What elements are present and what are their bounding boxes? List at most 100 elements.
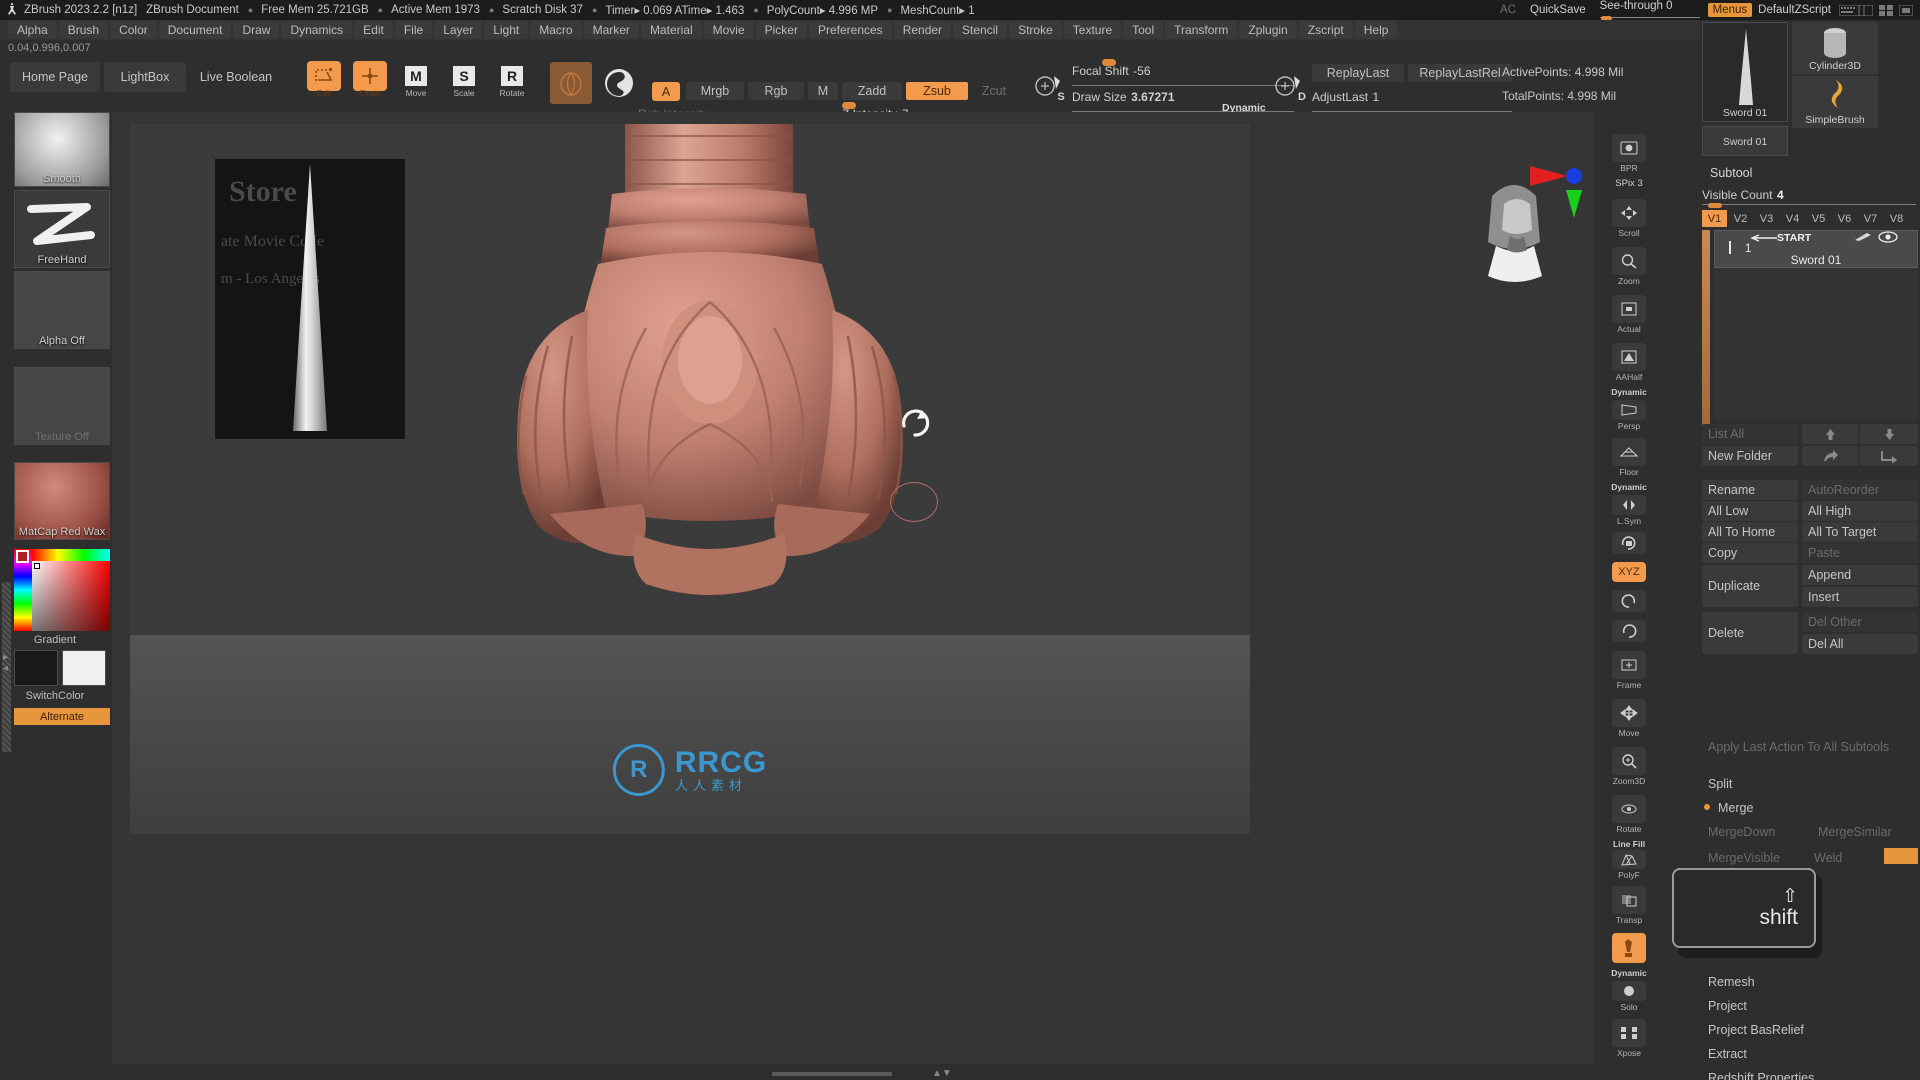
tool-thumb-sword-flat[interactable]: Sword 01 bbox=[1702, 126, 1788, 156]
paste-button[interactable]: Paste bbox=[1802, 543, 1918, 563]
texture-swatch[interactable]: Texture Off bbox=[14, 367, 110, 445]
alpha-swatch[interactable]: Alpha Off bbox=[14, 271, 110, 349]
replay-last-rel-button[interactable]: ReplayLastRel bbox=[1408, 64, 1512, 82]
keyboard-icon[interactable] bbox=[1838, 4, 1860, 16]
aahalf-button[interactable]: AAHalf bbox=[1608, 339, 1650, 385]
menu-alpha[interactable]: Alpha bbox=[8, 21, 57, 39]
document-viewport[interactable]: Store ate Movie Colle m - Los Angeles R … bbox=[130, 124, 1250, 834]
menu-draw[interactable]: Draw bbox=[233, 21, 280, 39]
focal-shift-knob[interactable] bbox=[1102, 59, 1116, 66]
rotate-ccw-button[interactable] bbox=[1608, 587, 1650, 615]
switch-color-label[interactable]: SwitchColor bbox=[0, 690, 110, 702]
lsym-button[interactable]: L.Sym bbox=[1608, 493, 1650, 527]
group-in-folder-button[interactable] bbox=[1802, 446, 1858, 466]
window-controls[interactable] bbox=[1838, 4, 1914, 16]
move-3d-button[interactable]: Move bbox=[1608, 695, 1650, 741]
material-swatch[interactable]: MatCap Red Wax bbox=[14, 462, 110, 540]
replay-last-button[interactable]: ReplayLast bbox=[1312, 64, 1404, 82]
current-brush-thumb[interactable] bbox=[550, 62, 592, 104]
v-tab-v3[interactable]: V3 bbox=[1754, 210, 1779, 227]
home-page-button[interactable]: Home Page bbox=[10, 62, 100, 92]
merge-down-button[interactable]: MergeDown bbox=[1702, 822, 1808, 842]
v-tab-v7[interactable]: V7 bbox=[1858, 210, 1883, 227]
subtool-scrollbar[interactable] bbox=[1702, 230, 1710, 430]
menu-tool[interactable]: Tool bbox=[1123, 21, 1164, 39]
all-low-button[interactable]: All Low bbox=[1702, 501, 1798, 521]
grid-icon[interactable] bbox=[1879, 4, 1893, 16]
alternate-button[interactable]: Alternate bbox=[14, 708, 110, 725]
merge-button[interactable]: Merge bbox=[1712, 798, 1918, 818]
lightbox-button[interactable]: LightBox bbox=[104, 62, 186, 92]
menu-picker[interactable]: Picker bbox=[755, 21, 807, 39]
quicksave-button[interactable]: QuickSave bbox=[1530, 4, 1586, 16]
v-tab-v8[interactable]: V8 bbox=[1884, 210, 1909, 227]
menu-preferences[interactable]: Preferences bbox=[808, 21, 892, 39]
menu-transform[interactable]: Transform bbox=[1165, 21, 1238, 39]
z-intensity-knob[interactable] bbox=[842, 102, 856, 109]
menu-file[interactable]: File bbox=[394, 21, 433, 39]
project-bas-relief-button[interactable]: Project BasRelief bbox=[1702, 1020, 1918, 1040]
rgb-button[interactable]: Rgb bbox=[748, 82, 804, 100]
alpha-toggle-button[interactable]: A bbox=[652, 82, 680, 101]
draw-button[interactable]: Draw bbox=[352, 58, 388, 100]
menu-light[interactable]: Light bbox=[484, 21, 529, 39]
reference-image-overlay[interactable]: Store ate Movie Colle m - Los Angeles bbox=[215, 159, 405, 439]
insert-button[interactable]: Insert bbox=[1802, 587, 1918, 607]
zadd-button[interactable]: Zadd bbox=[842, 82, 902, 100]
extract-button[interactable]: Extract bbox=[1702, 1044, 1918, 1064]
move-button[interactable]: M Move bbox=[398, 58, 434, 100]
scroll-button[interactable]: Scroll bbox=[1608, 195, 1650, 241]
viewport-orientation-gizmo[interactable] bbox=[1452, 154, 1582, 284]
v-tab-v5[interactable]: V5 bbox=[1806, 210, 1831, 227]
zoom-button[interactable]: Zoom bbox=[1608, 243, 1650, 289]
menu-brush[interactable]: Brush bbox=[58, 21, 109, 39]
main-color-swatch[interactable] bbox=[14, 650, 58, 686]
edit-button[interactable]: Edit bbox=[306, 58, 342, 100]
apply-last-action-button[interactable]: Apply Last Action To All Subtools bbox=[1702, 737, 1918, 757]
subtool-list-item[interactable]: START 1 Sword 01 bbox=[1714, 230, 1918, 268]
hue-bar-top[interactable] bbox=[32, 549, 110, 561]
current-color-swatch[interactable] bbox=[16, 550, 29, 563]
rename-button[interactable]: Rename bbox=[1702, 480, 1798, 500]
rotate-button[interactable]: R Rotate bbox=[494, 58, 530, 100]
focal-shift-slider[interactable]: Focal Shift -56 bbox=[1072, 59, 1294, 86]
xpose-button[interactable]: Xpose bbox=[1608, 1015, 1650, 1061]
expand-icon[interactable] bbox=[1898, 4, 1914, 16]
transp-button[interactable]: Transp bbox=[1608, 882, 1650, 928]
menu-marker[interactable]: Marker bbox=[583, 21, 639, 39]
canvas-resize-arrows-icon[interactable]: ▲▼ bbox=[932, 1068, 952, 1079]
polyf-button[interactable]: PolyF bbox=[1608, 850, 1650, 880]
floor-button[interactable]: Floor bbox=[1608, 434, 1650, 480]
rotate-lock-button[interactable] bbox=[1608, 529, 1650, 557]
color-cursor[interactable] bbox=[34, 563, 40, 569]
current-material-thumb[interactable] bbox=[598, 62, 640, 104]
actual-button[interactable]: Actual bbox=[1608, 291, 1650, 337]
menus-button[interactable]: Menus bbox=[1707, 3, 1753, 17]
menu-stencil[interactable]: Stencil bbox=[953, 21, 1008, 39]
spix-label[interactable]: SPix 3 bbox=[1608, 178, 1650, 189]
merge-visible-button[interactable]: MergeVisible bbox=[1702, 848, 1808, 868]
ac-button[interactable]: AC bbox=[1500, 4, 1516, 16]
menu-document[interactable]: Document bbox=[158, 21, 232, 39]
rotate-3d-button[interactable]: Rotate bbox=[1608, 791, 1650, 837]
tool-thumb-simplebrush[interactable]: SimpleBrush bbox=[1792, 76, 1878, 128]
del-other-button[interactable]: Del Other bbox=[1802, 612, 1918, 632]
auto-reorder-button[interactable]: AutoReorder bbox=[1802, 480, 1918, 500]
zoom3d-button[interactable]: Zoom3D bbox=[1608, 743, 1650, 789]
move-up-button[interactable] bbox=[1802, 424, 1858, 444]
append-button[interactable]: Append bbox=[1802, 565, 1918, 585]
layout-icon[interactable] bbox=[1858, 4, 1874, 16]
shelf-collapse-arrow-icon[interactable]: ▸ ◂ bbox=[3, 652, 8, 674]
move-down-button[interactable] bbox=[1860, 424, 1918, 444]
list-all-button[interactable]: List All bbox=[1702, 424, 1798, 444]
new-folder-button[interactable]: New Folder bbox=[1702, 446, 1798, 466]
tool-thumb-sword[interactable]: Sword 01 bbox=[1702, 22, 1788, 122]
menu-zscript[interactable]: Zscript bbox=[1298, 21, 1353, 39]
menu-macro[interactable]: Macro bbox=[530, 21, 582, 39]
all-high-button[interactable]: All High bbox=[1802, 501, 1918, 521]
del-all-button[interactable]: Del All bbox=[1802, 634, 1918, 654]
brush-swatch[interactable]: Smooth bbox=[14, 112, 110, 187]
menu-dynamics[interactable]: Dynamics bbox=[281, 21, 353, 39]
menu-texture[interactable]: Texture bbox=[1063, 21, 1122, 39]
menu-material[interactable]: Material bbox=[640, 21, 702, 39]
